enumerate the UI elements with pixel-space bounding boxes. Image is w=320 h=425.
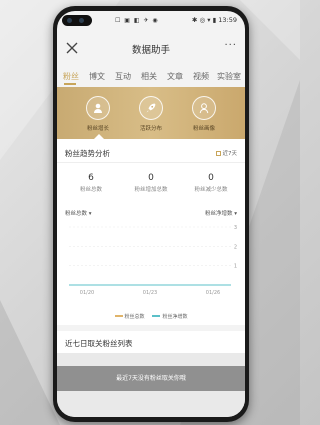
status-bar: ☐ ▣ ◧ ✈ ◉ ✱ ◎ ▾ ▮ 13:59 — [57, 11, 245, 29]
phone-screen: ☐ ▣ ◧ ✈ ◉ ✱ ◎ ▾ ▮ 13:59 数据助手 ··· 粉丝 博文 互… — [57, 11, 245, 417]
active-tab-indicator — [64, 83, 76, 85]
status-time: ✱ ◎ ▾ ▮ 13:59 — [192, 16, 237, 24]
legend-label-total: 粉丝总数 — [124, 314, 145, 320]
fans-feature-banner: 粉丝增长 活跃分布 粉丝画像 — [57, 87, 245, 139]
hero-fans-growth[interactable]: 粉丝增长 — [73, 96, 123, 132]
more-icon[interactable]: ··· — [224, 40, 237, 51]
hero-active-distribution-label: 活跃分布 — [139, 126, 162, 132]
stat-total-fans-value: 6 — [88, 173, 94, 183]
fans-trend-chart: 3 2 1 01/20 01/23 01/26 — [69, 225, 237, 296]
hero-fans-profile-label: 粉丝画像 — [192, 126, 215, 132]
divider — [57, 162, 245, 163]
person-icon — [192, 96, 216, 120]
status-icons-left: ☐ ▣ ◧ ✈ ◉ — [115, 17, 159, 24]
toast-message: 最近7天没有粉丝取关你哦 — [57, 366, 245, 391]
left-metric-select[interactable]: 粉丝总数 ▾ — [65, 209, 92, 217]
rocket-icon — [139, 96, 163, 120]
date-range-selector[interactable]: 近7天 — [215, 149, 238, 157]
y-tick-label: 2 — [234, 244, 237, 250]
hero-fans-growth-label: 粉丝增长 — [86, 126, 109, 132]
page-title: 数据助手 — [131, 45, 170, 56]
stat-total-fans: 6 粉丝总数 — [61, 173, 121, 193]
y-tick-label: 1 — [234, 264, 237, 270]
y-tick-label: 3 — [234, 225, 237, 231]
unfollow-list-card: 近七日取关粉丝列表 — [57, 331, 245, 353]
x-tick-label: 01/26 — [206, 290, 220, 296]
tab-lab[interactable]: 实验室 — [217, 71, 241, 82]
tab-related[interactable]: 相关 — [141, 71, 157, 82]
legend-swatch-total — [114, 315, 123, 317]
hero-active-distribution[interactable]: 活跃分布 — [126, 96, 176, 132]
fans-trend-card: 粉丝趋势分析 近7天 6 粉丝总数 0 粉丝增加总数 0 粉丝减少总数 粉丝总数… — [57, 139, 245, 325]
legend-swatch-net — [152, 315, 161, 317]
stat-fans-added-value: 0 — [148, 173, 154, 183]
stat-fans-added: 0 粉丝增加总数 — [121, 173, 181, 193]
tab-interaction[interactable]: 互动 — [115, 71, 131, 82]
hero-fans-profile[interactable]: 粉丝画像 — [179, 96, 229, 132]
calendar-icon — [215, 151, 221, 156]
unfollow-list-title: 近七日取关粉丝列表 — [65, 339, 133, 348]
stat-fans-lost-value: 0 — [208, 173, 214, 183]
title-bar: 数据助手 ··· — [57, 39, 245, 59]
tab-articles[interactable]: 文章 — [167, 71, 183, 82]
front-camera — [62, 15, 92, 26]
trend-title: 粉丝趋势分析 — [65, 149, 110, 158]
x-tick-label: 01/23 — [143, 290, 157, 296]
legend-label-net: 粉丝净增数 — [162, 314, 188, 320]
stat-total-fans-label: 粉丝总数 — [79, 187, 102, 193]
date-range-label: 近7天 — [222, 151, 238, 157]
chart-legend: 粉丝总数 粉丝净增数 — [57, 313, 245, 320]
chevron-down-icon: ▾ — [88, 211, 92, 217]
stat-fans-lost-label: 粉丝减少总数 — [194, 187, 228, 193]
tab-fans[interactable]: 粉丝 — [63, 71, 79, 82]
left-metric-label: 粉丝总数 — [65, 211, 88, 217]
tab-videos[interactable]: 视频 — [193, 71, 209, 82]
stat-fans-lost: 0 粉丝减少总数 — [181, 173, 241, 193]
chevron-down-icon: ▾ — [234, 211, 237, 217]
right-metric-label: 粉丝净增数 — [204, 211, 233, 217]
tab-posts[interactable]: 博文 — [89, 71, 105, 82]
stat-fans-added-label: 粉丝增加总数 — [134, 187, 168, 193]
right-metric-select[interactable]: 粉丝净增数 ▾ — [205, 209, 237, 217]
tab-bar: 粉丝 博文 互动 相关 文章 视频 实验室 — [57, 69, 245, 87]
user-chart-icon — [86, 96, 110, 120]
x-tick-label: 01/20 — [80, 290, 94, 296]
